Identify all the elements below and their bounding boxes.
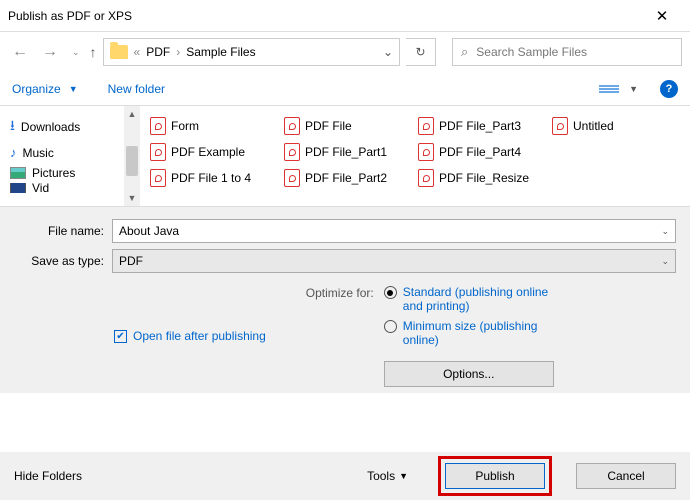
filename-label: File name:: [14, 224, 104, 238]
list-item[interactable]: PDF File: [284, 114, 412, 138]
back-button[interactable]: ←: [8, 41, 32, 63]
search-input[interactable]: ⌕ Search Sample Files: [452, 38, 682, 66]
pdf-icon: [418, 143, 434, 161]
radio-minimum[interactable]: Minimum size (publishing online): [384, 319, 554, 347]
pdf-icon: [150, 169, 166, 187]
list-item[interactable]: PDF File_Part1: [284, 140, 412, 164]
chevron-down-icon[interactable]: ▼: [69, 84, 78, 94]
savetype-label: Save as type:: [14, 254, 104, 268]
list-item[interactable]: PDF Example: [150, 140, 278, 164]
pdf-icon: [418, 117, 434, 135]
list-item[interactable]: PDF File_Part3: [418, 114, 546, 138]
list-item[interactable]: Untitled: [552, 114, 680, 138]
nav-scrollbar[interactable]: ▲ ▼: [124, 106, 140, 206]
download-icon: ⭳: [10, 115, 15, 139]
chevron-right-icon[interactable]: ›: [176, 45, 180, 59]
list-item[interactable]: Form: [150, 114, 278, 138]
crumb-pdf[interactable]: PDF: [146, 45, 170, 59]
pdf-icon: [418, 169, 434, 187]
scroll-down-icon[interactable]: ▼: [124, 190, 140, 206]
pdf-icon: [284, 117, 300, 135]
sidebar-item-label: Pictures: [32, 166, 75, 180]
radio-selected-icon: [384, 286, 397, 299]
pdf-icon: [284, 143, 300, 161]
list-item[interactable]: PDF File_Resize: [418, 166, 546, 190]
tools-menu[interactable]: Tools ▼: [367, 469, 408, 483]
refresh-button[interactable]: ↻: [406, 38, 436, 66]
sidebar-item-label: Downloads: [21, 120, 80, 134]
open-after-label: Open file after publishing: [133, 329, 266, 343]
radio-unselected-icon: [384, 320, 397, 333]
radio-label: Minimum size (publishing online): [403, 319, 553, 347]
sidebar-item-label: Vid: [32, 183, 49, 193]
publish-highlight: Publish: [438, 456, 552, 496]
chevron-down-icon[interactable]: ⌄: [661, 256, 669, 267]
sidebar-item-pictures[interactable]: Pictures: [6, 163, 140, 183]
savetype-value: PDF: [119, 254, 661, 268]
forward-button: →: [38, 41, 62, 63]
view-dropdown-icon[interactable]: ▼: [629, 84, 638, 94]
search-icon: ⌕: [461, 44, 468, 60]
help-icon[interactable]: ?: [660, 80, 678, 98]
scroll-up-icon[interactable]: ▲: [124, 106, 140, 122]
cancel-button[interactable]: Cancel: [576, 463, 676, 489]
open-after-checkbox[interactable]: ✔ Open file after publishing: [114, 285, 266, 387]
organize-menu[interactable]: Organize: [12, 82, 61, 96]
navigation-pane: ⭳ Downloads ♪ Music Pictures Vid ▲ ▼: [0, 106, 140, 206]
list-item[interactable]: PDF File 1 to 4: [150, 166, 278, 190]
filename-value: About Java: [119, 224, 661, 238]
sidebar-item-music[interactable]: ♪ Music: [6, 142, 140, 163]
optimize-label: Optimize for:: [306, 285, 374, 387]
scroll-thumb[interactable]: [126, 146, 138, 176]
options-button[interactable]: Options...: [384, 361, 554, 387]
crumb-sep: «: [134, 45, 141, 59]
videos-icon: [10, 183, 26, 193]
list-item[interactable]: PDF File_Part2: [284, 166, 412, 190]
pdf-icon: [150, 117, 166, 135]
pdf-icon: [150, 143, 166, 161]
list-item[interactable]: PDF File_Part4: [418, 140, 546, 164]
music-icon: ♪: [10, 145, 17, 160]
address-bar[interactable]: « PDF › Sample Files ⌄: [103, 38, 400, 66]
sidebar-item-label: Music: [23, 146, 54, 160]
recent-dropdown[interactable]: ⌄: [68, 45, 84, 60]
search-placeholder: Search Sample Files: [476, 45, 587, 59]
file-list: Form PDF File PDF File_Part3 Untitled PD…: [140, 106, 690, 206]
radio-label: Standard (publishing online and printing…: [403, 285, 553, 313]
radio-standard[interactable]: Standard (publishing online and printing…: [384, 285, 554, 313]
view-button[interactable]: [597, 79, 621, 99]
savetype-field[interactable]: PDF ⌄: [112, 249, 676, 273]
publish-button[interactable]: Publish: [445, 463, 545, 489]
close-icon[interactable]: ✕: [642, 7, 682, 25]
up-button[interactable]: ↑: [90, 44, 97, 60]
sidebar-item-downloads[interactable]: ⭳ Downloads: [6, 112, 140, 142]
folder-icon: [110, 45, 128, 59]
pdf-icon: [552, 117, 568, 135]
new-folder-button[interactable]: New folder: [108, 82, 165, 96]
sidebar-item-videos[interactable]: Vid: [6, 183, 140, 193]
chevron-down-icon: ▼: [399, 471, 408, 481]
pdf-icon: [284, 169, 300, 187]
filename-field[interactable]: About Java ⌄: [112, 219, 676, 243]
crumb-sample-files[interactable]: Sample Files: [186, 45, 255, 59]
window-title: Publish as PDF or XPS: [8, 9, 642, 23]
checkbox-checked-icon: ✔: [114, 330, 127, 343]
pictures-icon: [10, 167, 26, 179]
hide-folders-button[interactable]: Hide Folders: [14, 469, 82, 483]
address-dropdown-icon[interactable]: ⌄: [383, 45, 393, 59]
chevron-down-icon[interactable]: ⌄: [661, 226, 669, 237]
